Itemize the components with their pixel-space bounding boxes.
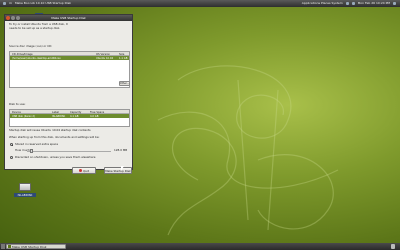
other-button[interactable]: Other... [119,81,130,86]
bottom-panel: Make USB Startup Disk [0,243,400,250]
source-list[interactable]: CD-Drive/Image OS Version Size /home/use… [9,51,130,88]
power-icon[interactable] [393,2,396,5]
disk-row-label: ISLABDISK [52,114,66,118]
quit-button[interactable]: Quit [72,167,96,174]
ubuntu-menu-icon[interactable] [3,2,6,5]
window-title: Make USB Startup Disk [51,16,86,20]
top-panel-right: Applications Places System Mon Feb 26 10… [302,1,396,6]
clock[interactable]: Mon Feb 26 10:24 PM [358,1,390,6]
space-slider-knob[interactable] [30,149,33,153]
taskbar-window-label: Make USB Startup Disk [12,244,47,249]
store-radio[interactable] [10,143,13,146]
intro-line-2: needs to be set up as a startup disk. [9,26,61,30]
window-titlebar[interactable]: Make USB Startup Disk [5,15,132,21]
show-desktop-icon[interactable] [1,244,5,249]
source-row[interactable]: /home/user/ubuntu-desktop-amd64.iso Ubun… [10,56,129,60]
quit-icon [79,169,83,172]
slider-value: 128.0 MB [114,148,128,152]
source-label: Source disc image (.iso) or CD: [9,44,53,48]
space-slider[interactable] [27,150,111,152]
disk-row-capacity: 4.1 GB [70,114,79,118]
usb-drive-icon [19,183,31,191]
wallpaper-ornament [157,65,339,236]
source-row-path: /home/user/ubuntu-desktop-amd64.iso [12,56,61,60]
desktop-drive[interactable]: ISLABDISK [14,183,36,201]
top-panel-left: m Make Boo Lib 10.10 USB Startup Disk [3,1,71,6]
disk-label: Disk to use: [9,102,26,106]
discard-option[interactable]: Discarded on shutdown, unless you save t… [15,155,95,160]
discard-radio[interactable] [10,156,13,159]
mouse-pointer-icon [121,166,124,171]
source-row-size: 1.1 GB [119,56,128,60]
source-row-version: Ubuntu 10.04 [96,56,114,60]
top-panel: m Make Boo Lib 10.10 USB Startup Disk Ap… [0,0,400,7]
top-panel-menus[interactable]: Applications Places System [302,1,343,6]
taskbar-window-button[interactable]: Make USB Startup Disk [6,244,66,249]
disk-row[interactable]: USB disk (Kanix 2) ISLABDISK 4.1 GB 4.0 … [10,114,129,118]
window-body: To try or install Ubuntu from a USB disk… [8,22,132,174]
free-note: Startup disk will reuse Ubuntu 10.04 sta… [9,128,91,132]
store-option[interactable]: Stored in reserved extra space [15,142,58,147]
minimize-icon[interactable] [11,16,15,20]
app-icon [8,245,11,248]
make-startup-disk-button[interactable]: Make Startup Disk [104,167,132,174]
disk-row-free: 4.0 GB [90,114,99,118]
top-panel-text-2[interactable]: Make Boo Lib 10.10 USB Startup Disk [15,1,71,6]
maximize-icon[interactable] [16,16,20,20]
top-panel-text-1[interactable]: m [9,1,12,6]
network-icon[interactable] [345,2,349,5]
drive-label: ISLABDISK [14,193,36,197]
disk-row-device: USB disk (Kanix 2) [12,114,35,118]
persist-label: When starting up from this disk, documen… [9,135,100,139]
startup-disk-window: Make USB Startup Disk To try or install … [4,14,133,174]
quit-label: Quit [83,168,89,173]
trash-icon[interactable] [391,244,395,249]
disk-list[interactable]: Device Label Capacity Free Space USB dis… [9,109,130,127]
close-icon[interactable] [6,16,10,20]
volume-icon[interactable] [351,2,355,5]
